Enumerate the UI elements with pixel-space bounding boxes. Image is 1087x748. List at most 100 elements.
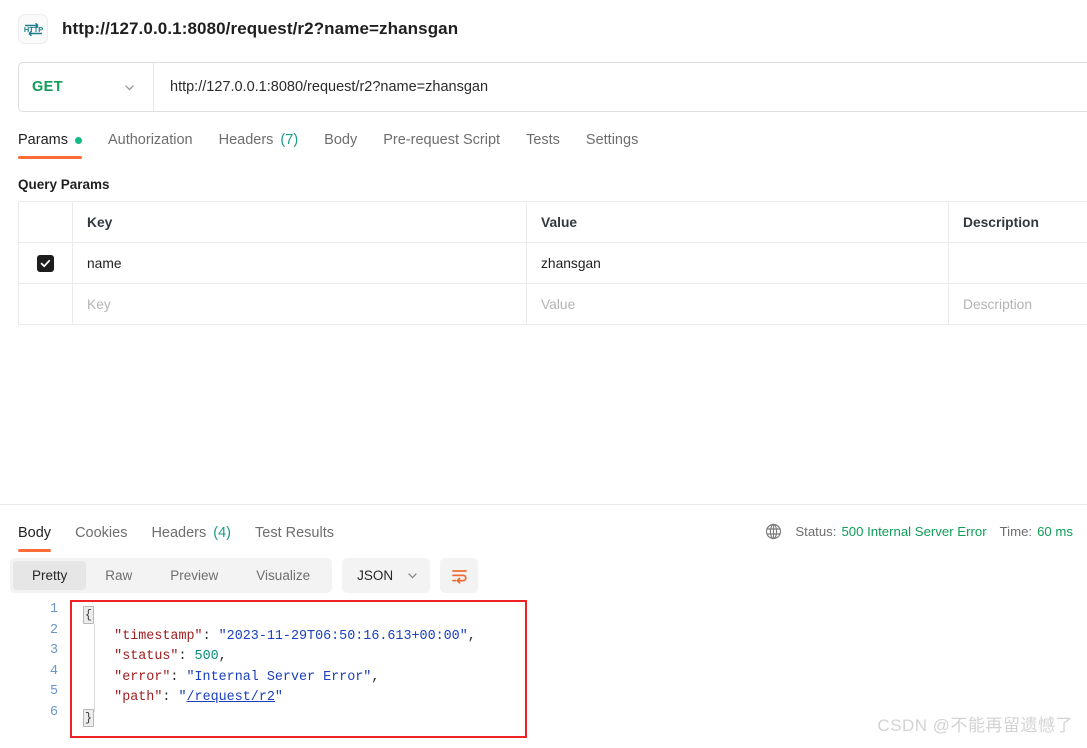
json-colon: :	[202, 628, 219, 644]
json-value-timestamp: "2023-11-29T06:50:16.613+00:00"	[218, 628, 468, 644]
placeholder-key-input[interactable]: Key	[73, 284, 527, 324]
json-key-path: "path"	[114, 690, 163, 706]
view-mode-visualize[interactable]: Visualize	[237, 561, 329, 590]
word-wrap-button[interactable]	[440, 558, 479, 593]
response-tab-cookies[interactable]: Cookies	[75, 525, 127, 552]
line-number: 4	[49, 663, 58, 679]
response-tab-test-results-label: Test Results	[255, 525, 334, 541]
code-line-5: "path": "/request/r2"	[72, 688, 525, 709]
line-number: 1	[49, 602, 58, 617]
query-params-table: Key Value Description name zhansgan Key …	[18, 201, 1087, 325]
json-colon: :	[178, 649, 195, 665]
status-badge[interactable]: 500 Internal Server Error	[841, 524, 986, 539]
http-protocol-icon: HTTP	[18, 14, 48, 44]
tab-tests-label: Tests	[526, 132, 560, 148]
tab-body-label: Body	[324, 132, 358, 148]
json-quote-open: "	[178, 690, 187, 706]
row-value-input[interactable]: zhansgan	[527, 243, 949, 283]
row-description-input[interactable]	[949, 243, 1087, 283]
query-params-heading: Query Params	[18, 177, 110, 192]
page-title: http://127.0.0.1:8080/request/r2?name=zh…	[62, 19, 459, 38]
json-value-error: "Internal Server Error"	[186, 669, 372, 685]
tab-headers[interactable]: Headers (7)	[219, 132, 299, 159]
tab-authorization[interactable]: Authorization	[108, 132, 193, 159]
json-value-path-link[interactable]: /request/r2	[187, 690, 275, 705]
chevron-down-icon	[123, 81, 136, 94]
tab-params[interactable]: Params	[18, 132, 82, 159]
json-comma: ,	[218, 649, 227, 665]
header-cell-value: Value	[527, 202, 949, 242]
chevron-down-icon	[406, 569, 419, 582]
json-colon: :	[162, 690, 179, 706]
watermark: CSDN @不能再留遗憾了	[877, 716, 1073, 735]
http-method-select[interactable]: GET	[19, 63, 154, 111]
tab-headers-label: Headers	[218, 132, 274, 148]
tab-pre-request-script-label: Pre-request Script	[383, 132, 501, 148]
response-body-highlight-box: { "timestamp": "2023-11-29T06:50:16.613+…	[70, 600, 527, 738]
response-tab-body[interactable]: Body	[18, 525, 52, 552]
view-mode-pretty[interactable]: Pretty	[13, 561, 87, 590]
header-cell-checkbox	[19, 202, 73, 242]
tab-settings[interactable]: Settings	[586, 132, 638, 159]
line-number-gutter: 1 2 3 4 5 6	[0, 600, 70, 738]
json-key-error: "error"	[114, 669, 171, 685]
response-view-mode-group: Pretty Raw Preview Visualize	[10, 558, 333, 593]
globe-icon	[765, 523, 782, 540]
row-enabled-checkbox[interactable]	[37, 254, 54, 272]
json-key-timestamp: "timestamp"	[114, 628, 203, 644]
response-format-select[interactable]: JSON	[342, 558, 431, 593]
code-line-4: "error": "Internal Server Error",	[72, 668, 525, 689]
response-tab-cookies-label: Cookies	[75, 525, 128, 541]
request-tabs: Params Authorization Headers (7) Body Pr…	[0, 112, 1087, 159]
fold-open-brace[interactable]: {	[83, 606, 94, 624]
response-tabs: Body Cookies Headers (4) Test Results	[18, 525, 765, 552]
response-view-toolbar: Pretty Raw Preview Visualize JSON	[10, 558, 479, 593]
json-comma: ,	[371, 669, 380, 685]
header-cell-key: Key	[73, 202, 527, 242]
tab-pre-request-script[interactable]: Pre-request Script	[383, 132, 500, 159]
code-line-1: {	[72, 606, 525, 627]
line-number: 2	[49, 622, 58, 638]
request-url-bar: GET http://127.0.0.1:8080/request/r2?nam…	[18, 62, 1087, 112]
response-tab-headers-count: (4)	[213, 525, 231, 541]
json-quote-close: "	[274, 690, 283, 706]
tab-headers-count: (7)	[280, 132, 299, 148]
view-mode-preview[interactable]: Preview	[151, 561, 237, 590]
tab-settings-label: Settings	[585, 132, 639, 148]
line-number: 5	[49, 684, 58, 700]
line-number: 6	[49, 704, 58, 720]
table-row: name zhansgan	[19, 243, 1087, 284]
response-tab-test-results[interactable]: Test Results	[255, 525, 334, 552]
json-comma: ,	[467, 628, 476, 644]
code-line-2: "timestamp": "2023-11-29T06:50:16.613+00…	[72, 627, 525, 648]
response-format-label: JSON	[357, 568, 394, 583]
table-header-row: Key Value Description	[19, 202, 1087, 243]
placeholder-value-input[interactable]: Value	[527, 284, 949, 324]
svg-text:HTTP: HTTP	[23, 25, 42, 34]
tab-tests[interactable]: Tests	[526, 132, 560, 159]
params-modified-dot-icon	[74, 136, 82, 144]
code-line-3: "status": 500,	[72, 647, 525, 668]
code-line-6: }	[72, 708, 525, 730]
request-url-input[interactable]: http://127.0.0.1:8080/request/r2?name=zh…	[154, 63, 1087, 111]
row-enabled-checkbox-cell	[19, 243, 73, 283]
response-tab-body-label: Body	[18, 525, 52, 541]
tab-authorization-label: Authorization	[107, 132, 193, 148]
response-time-value: 60 ms	[1037, 524, 1073, 539]
json-colon: :	[170, 669, 187, 685]
header-cell-description: Description	[949, 202, 1087, 242]
placeholder-description-input[interactable]: Description	[949, 284, 1087, 324]
line-number: 3	[49, 643, 58, 659]
response-meta: Status: 500 Internal Server Error Time: …	[765, 523, 1073, 552]
response-header: Body Cookies Headers (4) Test Results St…	[0, 505, 1087, 552]
fold-close-brace[interactable]: }	[83, 708, 94, 727]
view-mode-raw[interactable]: Raw	[86, 561, 151, 590]
time-label: Time:	[999, 524, 1033, 539]
response-tab-headers-label: Headers	[151, 525, 207, 541]
response-tab-headers[interactable]: Headers (4)	[151, 525, 231, 552]
request-url-bar-container: GET http://127.0.0.1:8080/request/r2?nam…	[0, 56, 1087, 112]
window-titlebar: HTTP http://127.0.0.1:8080/request/r2?na…	[0, 0, 1087, 56]
tab-body[interactable]: Body	[324, 132, 357, 159]
placeholder-checkbox-cell	[19, 284, 73, 324]
row-key-input[interactable]: name	[73, 243, 527, 283]
